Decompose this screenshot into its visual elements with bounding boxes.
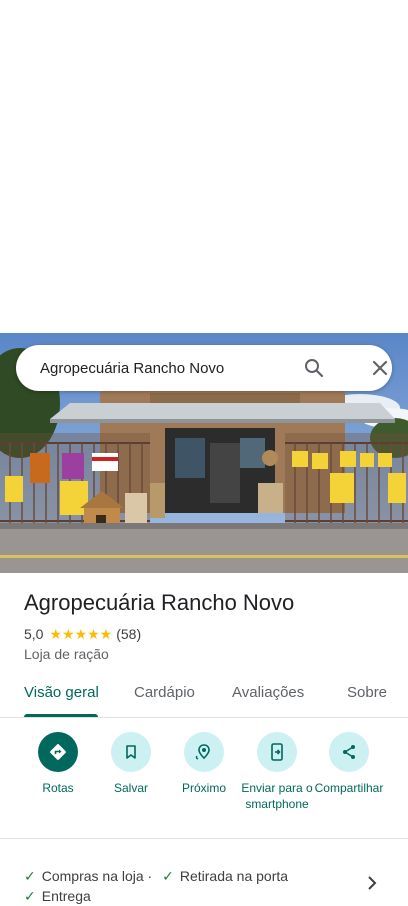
service-options[interactable]: ✓ Compras na loja · ✓ Retirada na porta ✓ E… xyxy=(24,866,354,906)
tab-menu[interactable]: Cardápio xyxy=(134,684,195,701)
share-icon-circle xyxy=(329,732,369,772)
rating-row[interactable]: 5,0 ★★★★★ (58) xyxy=(24,625,141,643)
directions-icon-circle xyxy=(38,732,78,772)
send-to-phone-label: Enviar para o smartphone xyxy=(241,781,313,811)
share-icon xyxy=(343,745,355,759)
share-button[interactable]: Compartilhar xyxy=(309,732,389,796)
service-item: ✓ Entrega xyxy=(24,888,91,904)
place-title: Agropecuária Rancho Novo xyxy=(24,590,295,615)
share-label: Compartilhar xyxy=(314,781,384,795)
check-icon: ✓ xyxy=(162,868,174,884)
tab-bar: Visão geral Cardápio Avaliações Sobre xyxy=(0,676,408,718)
nearby-icon-circle xyxy=(184,732,224,772)
send-to-phone-icon xyxy=(271,743,283,761)
search-bar[interactable]: Agropecuária Rancho Novo xyxy=(16,345,392,391)
directions-label: Rotas xyxy=(42,781,74,795)
nearby-label: Próximo xyxy=(181,781,226,795)
chevron-right-icon[interactable] xyxy=(362,873,382,893)
directions-button[interactable]: Rotas xyxy=(18,732,98,796)
save-button[interactable]: Salvar xyxy=(91,732,171,796)
star-rating-icon: ★★★★★ xyxy=(49,625,113,642)
tab-about[interactable]: Sobre xyxy=(347,684,387,701)
check-icon: ✓ xyxy=(24,868,36,884)
save-label: Salvar xyxy=(113,781,148,795)
save-icon-circle xyxy=(111,732,151,772)
service-item: ✓ Retirada na porta xyxy=(162,868,289,884)
nearby-icon xyxy=(195,744,210,760)
search-input[interactable]: Agropecuária Rancho Novo xyxy=(40,360,224,377)
send-to-phone-button[interactable]: Enviar para o smartphone xyxy=(237,732,317,812)
review-count: (58) xyxy=(116,626,142,642)
directions-icon xyxy=(50,744,66,760)
rating-value: 5,0 xyxy=(24,626,44,642)
tab-active-indicator xyxy=(24,714,98,717)
check-icon: ✓ xyxy=(24,888,36,904)
search-icon[interactable] xyxy=(302,356,326,380)
tab-overview[interactable]: Visão geral xyxy=(24,684,99,701)
bookmark-icon xyxy=(126,745,136,759)
nearby-button[interactable]: Próximo xyxy=(164,732,244,796)
place-category: Loja de ração xyxy=(24,646,109,662)
service-item: ✓ Compras na loja · xyxy=(24,868,153,884)
divider xyxy=(0,838,408,839)
map-area-blank xyxy=(0,0,408,333)
send-to-phone-icon-circle xyxy=(257,732,297,772)
close-icon[interactable] xyxy=(368,356,392,380)
tab-reviews[interactable]: Avaliações xyxy=(232,684,304,701)
